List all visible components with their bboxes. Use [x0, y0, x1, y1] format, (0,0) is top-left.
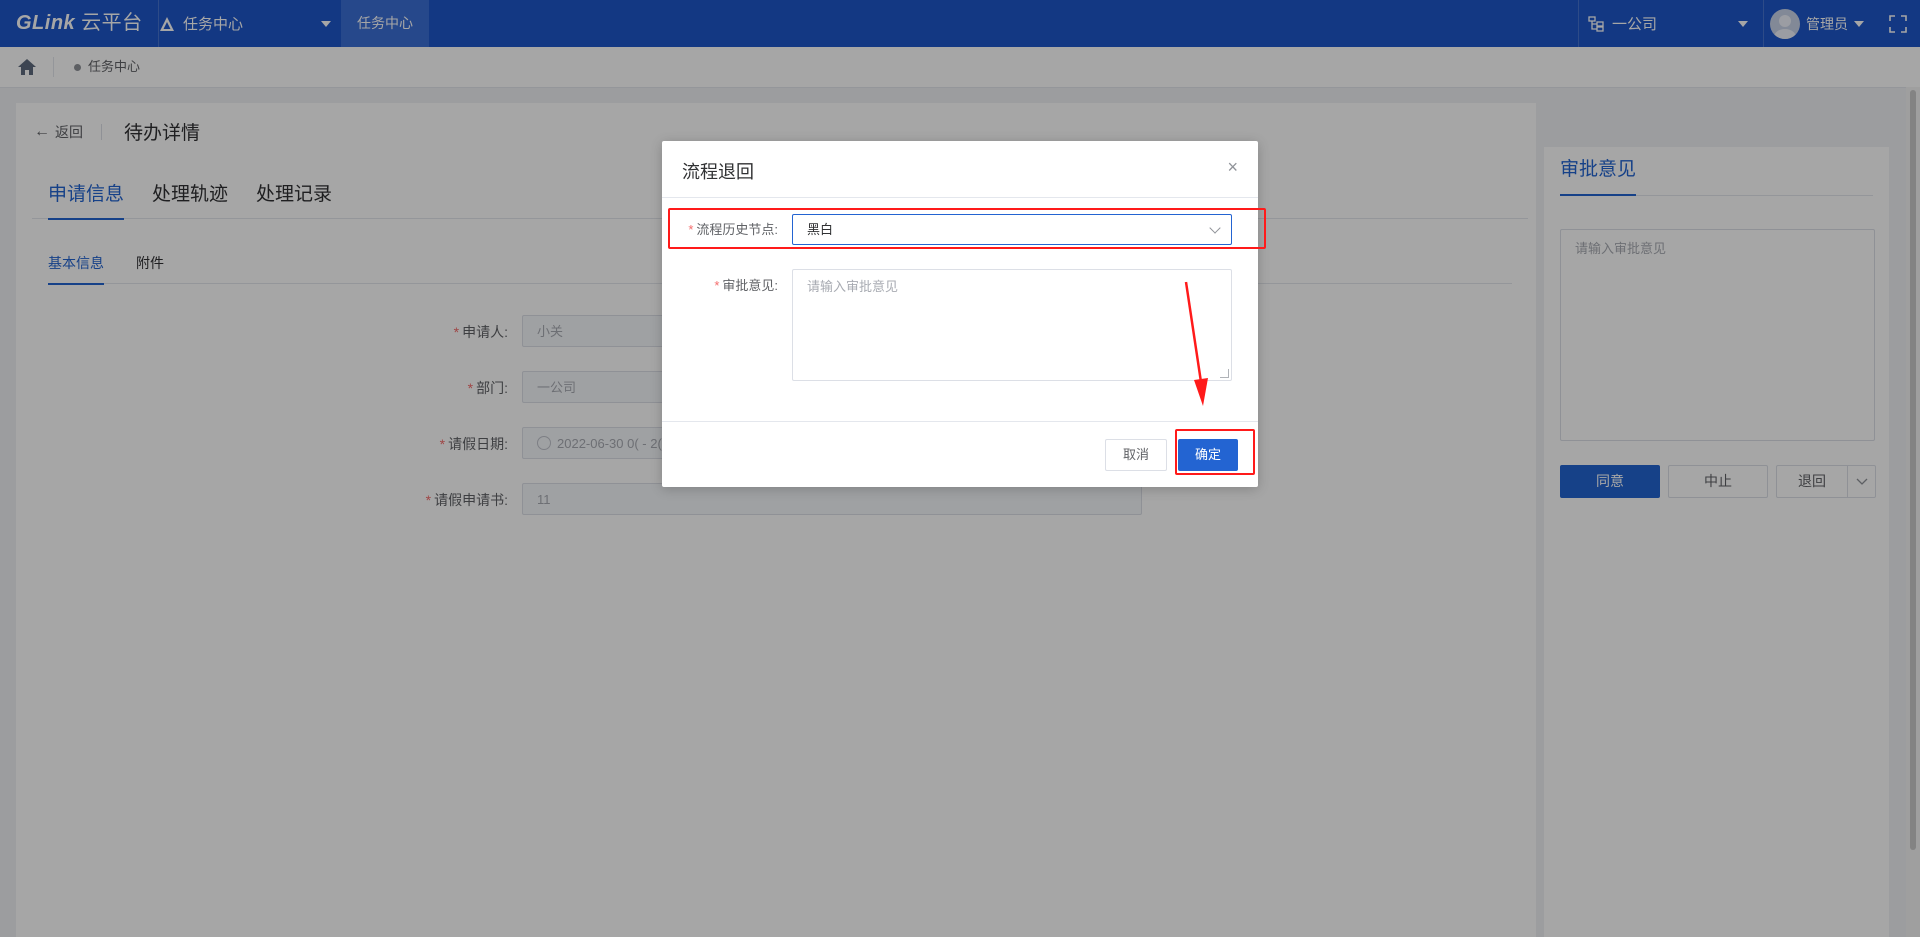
cancel-button[interactable]: 取消: [1105, 439, 1167, 471]
dialog-header: 流程退回 ×: [662, 141, 1258, 198]
opinion-placeholder: 请输入审批意见: [807, 279, 899, 294]
resize-handle-icon[interactable]: [1220, 369, 1229, 378]
highlight-box-history-node: [668, 208, 1266, 249]
annotation-arrow-icon: [1184, 281, 1208, 406]
dialog-title: 流程退回: [682, 162, 754, 182]
opinion-textarea[interactable]: 请输入审批意见: [792, 269, 1232, 381]
close-icon[interactable]: ×: [1227, 157, 1238, 178]
return-process-dialog: 流程退回 × * 流程历史节点: 黑白 * 审批意见: 请输入审批意见 取消 确定: [662, 141, 1258, 487]
opinion-label: * 审批意见:: [714, 278, 778, 293]
highlight-box-confirm: [1175, 429, 1255, 475]
